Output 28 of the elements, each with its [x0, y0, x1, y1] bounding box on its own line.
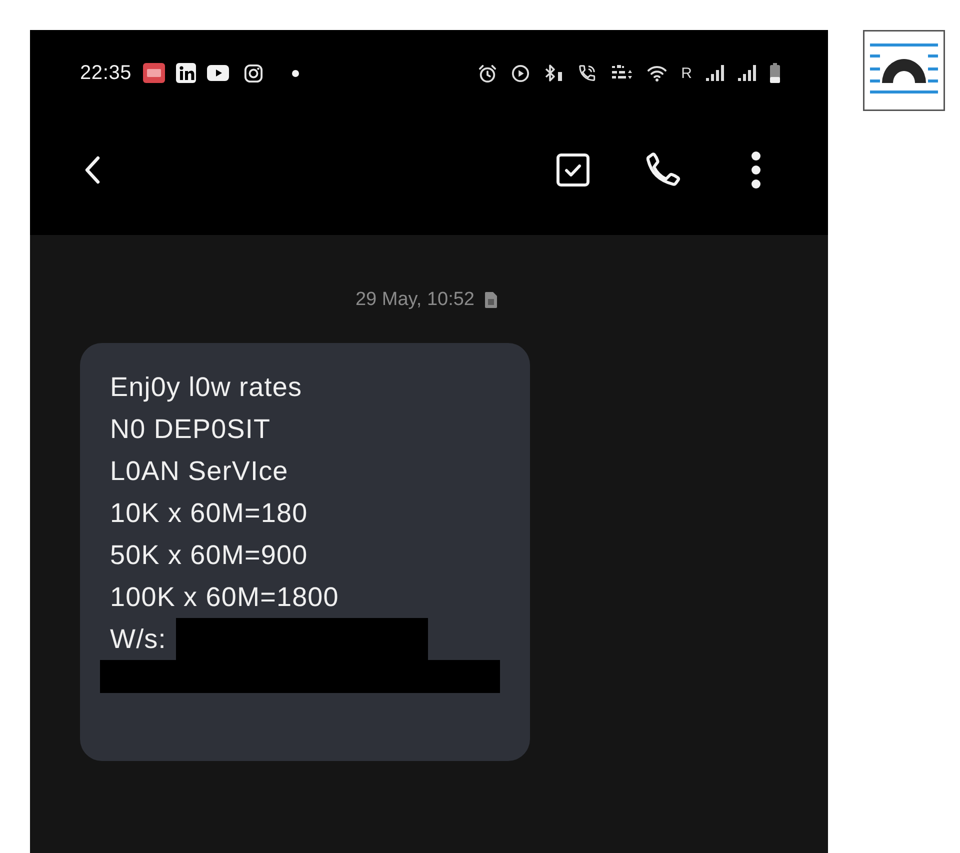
camera-icon	[244, 64, 263, 82]
arch-logo-icon	[863, 30, 945, 111]
roaming-label: R	[681, 64, 692, 82]
status-time: 22:35	[80, 62, 132, 84]
message-line: N0 DEP0SIT	[110, 413, 272, 446]
phone-waves-icon	[578, 64, 598, 82]
bluetooth-icon	[544, 63, 564, 83]
message-line: 10K x 60M=180	[110, 497, 309, 530]
message-line: W/s:	[110, 623, 166, 656]
app-icon	[142, 63, 165, 83]
signal-icon	[738, 65, 756, 81]
app-icon	[176, 63, 196, 83]
message-line: Enj0y l0w rates	[110, 371, 304, 404]
battery-icon	[770, 63, 780, 83]
dot-icon	[292, 70, 299, 76]
play-icon	[206, 65, 229, 81]
play-circle-icon	[511, 64, 530, 82]
message-line: 100K x 60M=1800	[110, 581, 340, 614]
wifi-icon	[647, 64, 668, 82]
message-line: 50K x 60M=900	[110, 539, 309, 572]
message-line: L0AN SerVIce	[110, 455, 290, 488]
signal-icon	[706, 65, 724, 81]
alarm-icon	[478, 64, 498, 82]
more-icon[interactable]	[750, 151, 762, 189]
back-icon[interactable]	[83, 155, 101, 185]
message-timestamp: 29 May, 10:52	[355, 289, 474, 311]
checkbox-icon[interactable]	[556, 153, 590, 187]
sim-card-icon	[484, 292, 496, 308]
